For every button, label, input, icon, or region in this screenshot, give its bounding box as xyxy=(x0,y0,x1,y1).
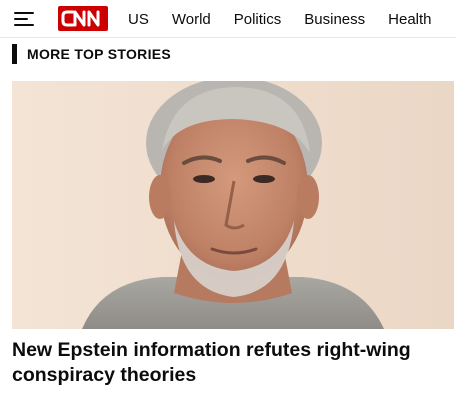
nav-health[interactable]: Health xyxy=(388,11,431,28)
section-title: MORE TOP STORIES xyxy=(27,46,172,62)
top-bar: US World Politics Business Health xyxy=(0,0,456,38)
nav-us[interactable]: US xyxy=(128,11,149,28)
story-headline[interactable]: New Epstein information refutes right-wi… xyxy=(12,338,452,388)
section-marker xyxy=(12,44,17,64)
cnn-logo[interactable] xyxy=(58,6,108,31)
story-photo[interactable] xyxy=(12,81,454,329)
main-nav: US World Politics Business Health xyxy=(128,0,455,38)
nav-business[interactable]: Business xyxy=(304,11,365,28)
menu-icon[interactable] xyxy=(14,12,34,26)
cnn-logo-mark xyxy=(61,10,100,27)
nav-world[interactable]: World xyxy=(172,11,211,28)
section-header: MORE TOP STORIES xyxy=(12,44,171,64)
portrait-image xyxy=(82,81,384,329)
nav-politics[interactable]: Politics xyxy=(234,11,282,28)
